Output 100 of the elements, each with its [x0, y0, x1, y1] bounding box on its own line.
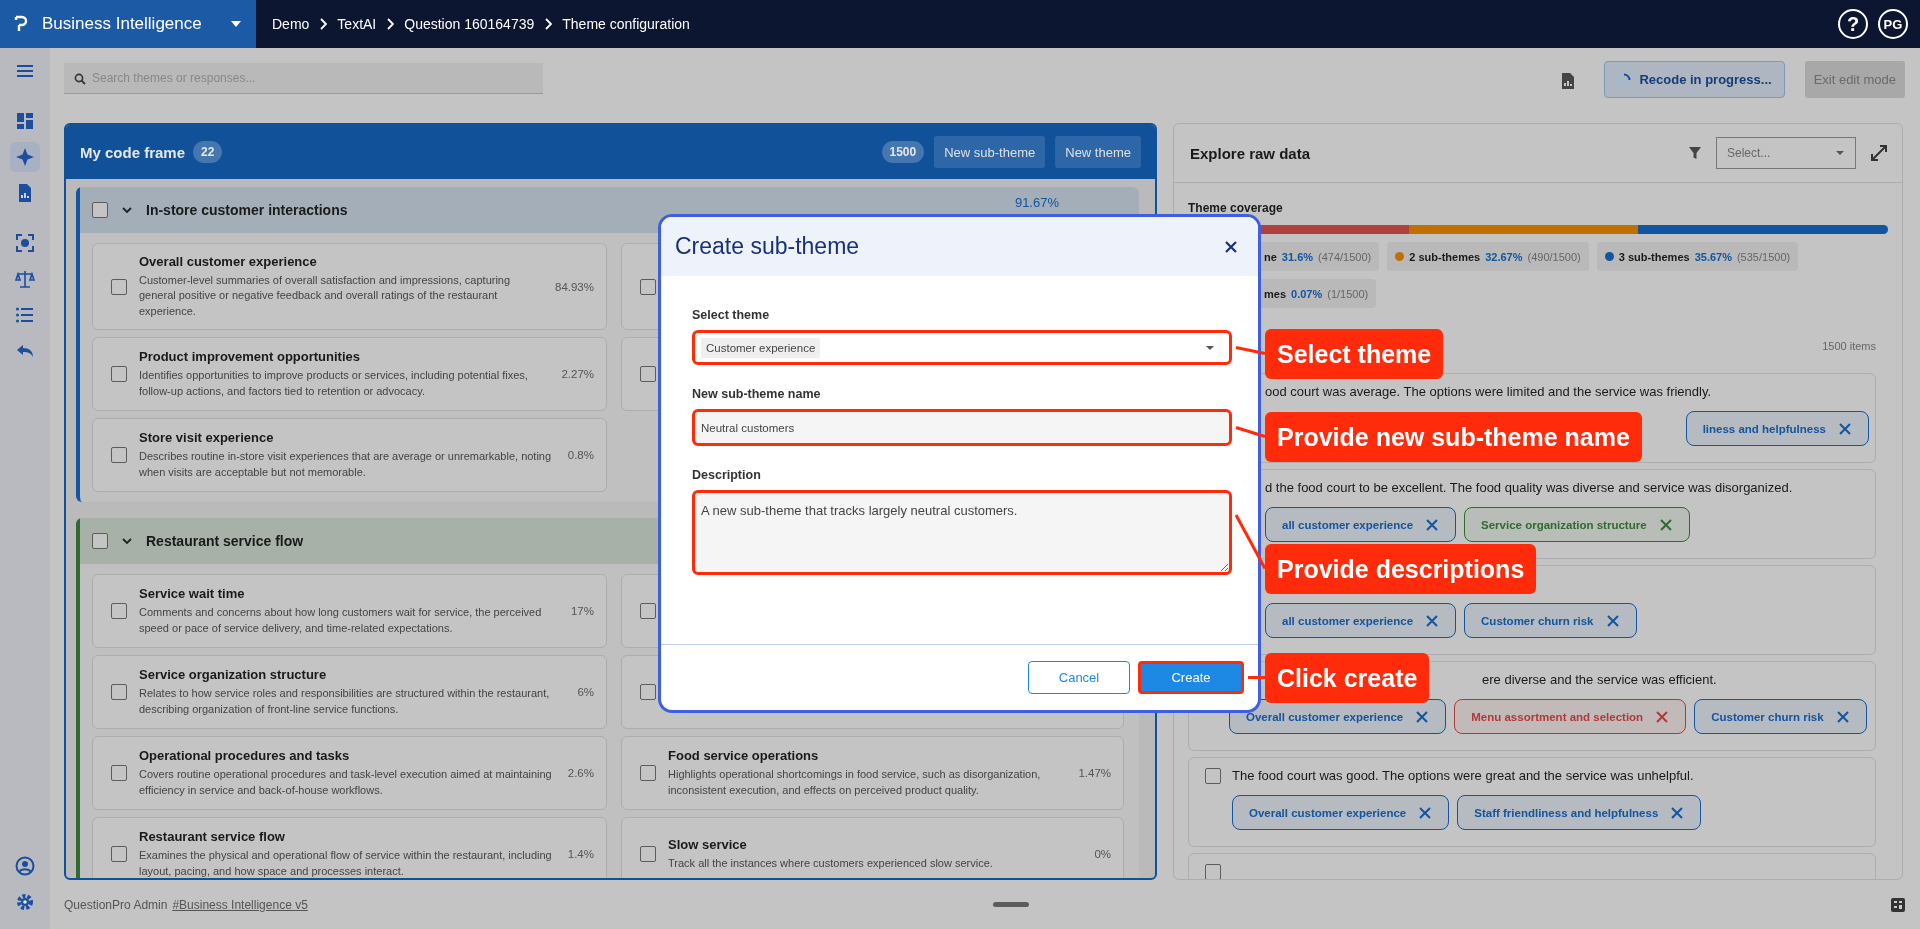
theme-tag[interactable]: all customer experience: [1265, 507, 1457, 542]
subtheme-title: Overall customer experience: [139, 254, 318, 269]
subtheme-card[interactable]: Food service operations Highlights operational shortcomings in food service, such as disorganization, inconsistent execution, and effects on perceived product quality. 1.47%: [621, 736, 1124, 811]
checkbox[interactable]: [111, 366, 127, 383]
theme-tag[interactable]: all customer experience: [1265, 603, 1457, 638]
tag-label: liness and helpfulness: [1702, 422, 1826, 435]
subtheme-description: Relates to how service roles and responsibilities are structured within the restaurant, describing organization of front-line service functions.: [139, 686, 551, 717]
theme-tag[interactable]: liness and helpfulness: [1685, 411, 1869, 446]
panel-title: My code frame: [80, 143, 186, 161]
checkbox[interactable]: [111, 603, 127, 620]
subtheme-card[interactable]: Store visit experience Describes routine in-store visit experiences that are average or unremarkable, noting when visits are acceptable but not memorable. 0.8%: [92, 418, 607, 493]
percentage: 6%: [577, 686, 594, 699]
checkbox[interactable]: [111, 447, 127, 464]
logo-icon: [14, 15, 28, 33]
tag-label: all customer experience: [1282, 614, 1414, 627]
subtheme-card[interactable]: Slow service Track all the instances where customers experienced slow service. 0%: [621, 817, 1124, 878]
percentage: 0%: [1094, 848, 1111, 861]
subtheme-card[interactable]: Restaurant service flow Examines the physical and operational flow of service within the restaurant, including layout, pacing, and how space and processes interact. 1.4%: [92, 817, 607, 878]
subtheme-title: Operational procedures and tasks: [139, 748, 351, 764]
header-button[interactable]: New theme: [1055, 136, 1141, 168]
user-icon[interactable]: [15, 856, 35, 876]
checkbox[interactable]: [640, 846, 656, 863]
chevron-down-icon[interactable]: [122, 205, 132, 215]
avatar[interactable]: PG: [1878, 9, 1908, 39]
checkbox[interactable]: [640, 278, 656, 295]
filter-icon[interactable]: [1688, 146, 1702, 160]
app-switcher[interactable]: Business Intelligence: [0, 0, 256, 48]
app-name: Business Intelligence: [42, 14, 203, 34]
subtheme-card[interactable]: Service wait time Comments and concerns about how long customers wait for service, the perceived speed or pace of service delivery, and time-related expectations. 17%: [92, 574, 607, 649]
tag-label: Menu assortment and selection: [1471, 710, 1644, 723]
response-text: ere diverse and the service was efficient.: [1482, 672, 1717, 689]
breadcrumb-item[interactable]: TextAI: [337, 16, 377, 32]
expand-icon[interactable]: [1870, 144, 1888, 162]
select-field[interactable]: Customer experience: [692, 330, 1232, 365]
calculator-icon[interactable]: [1891, 897, 1905, 912]
leader-line: [1234, 514, 1267, 570]
theme-tag[interactable]: Customer churn risk: [1464, 603, 1637, 638]
chip-percentage: 0.07%: [1291, 287, 1323, 300]
document-icon[interactable]: [1561, 72, 1576, 90]
tag-label: Service organization structure: [1481, 518, 1647, 531]
chevron-right-icon: [544, 18, 553, 30]
header-button[interactable]: New sub-theme: [934, 136, 1046, 168]
recode-button[interactable]: Recode in progress...: [1604, 61, 1785, 98]
checkbox[interactable]: [1205, 768, 1221, 784]
chip-percentage: 35.67%: [1694, 250, 1732, 263]
text-field[interactable]: Neutral customers: [692, 409, 1232, 446]
chip-label: 2 sub-themes: [1409, 250, 1481, 263]
theme-tag[interactable]: Overall customer experience: [1232, 795, 1450, 830]
percentage: 2.27%: [561, 368, 594, 381]
subtheme-description: Examines the physical and operational flow of service within the restaurant, including layout, pacing, and how space and processes interact.: [139, 848, 553, 878]
settings-icon[interactable]: [15, 892, 35, 912]
dropdown-placeholder: Select...: [1727, 146, 1771, 160]
checkbox[interactable]: [640, 765, 656, 782]
field-label: Description: [692, 468, 762, 482]
description-field[interactable]: A new sub-theme that tracks largely neutral customers.: [692, 490, 1232, 575]
response-text: The food court was good. The options were great and the service was unhelpful.: [1232, 768, 1694, 785]
drag-handle[interactable]: [992, 902, 1029, 907]
checkbox[interactable]: [111, 684, 127, 701]
cancel-button[interactable]: Cancel: [1028, 661, 1130, 694]
subtheme-title: Restaurant service flow: [139, 829, 286, 845]
breadcrumb-item[interactable]: Question 160164739: [404, 16, 535, 32]
breadcrumb-item[interactable]: Demo: [272, 16, 310, 32]
caret-icon: [1835, 150, 1845, 156]
subtheme-card[interactable]: Product improvement opportunities Identifies opportunities to improve products or services, including potential fixes, follow-up actions, and factors tied to retention or advocacy. 2.27%: [92, 337, 607, 412]
list-icon[interactable]: [15, 305, 35, 325]
subtheme-card[interactable]: Overall customer experience Customer-level summaries of overall satisfaction and impressions, capturing general positive or negative feedback and overall ratings of the restaurant experience. 84.93%: [92, 243, 607, 331]
checkbox[interactable]: [111, 278, 127, 295]
chip-percentage: 31.6%: [1281, 250, 1314, 263]
tag-label: all customer experience: [1282, 518, 1414, 531]
selected-value: Customer experience: [701, 337, 821, 358]
subtheme-description: Highlights operational shortcomings in food service, such as disorganization, inconsistent execution, and effects on perceived product quality.: [668, 767, 1042, 798]
checkbox[interactable]: [640, 603, 656, 620]
chevron-down-icon[interactable]: [122, 536, 132, 547]
annotation-callout: Select theme: [1265, 328, 1444, 379]
tag-label: Overall customer experience: [1249, 806, 1407, 819]
create-button[interactable]: Create: [1138, 661, 1244, 694]
chip-label: ne: [1264, 250, 1277, 263]
scale-icon[interactable]: [15, 269, 35, 289]
close-icon[interactable]: [1224, 239, 1238, 254]
footer-link[interactable]: #Business Intelligence v5: [172, 897, 308, 912]
percentage: 1.47%: [1078, 767, 1111, 780]
tag-label: Staff friendliness and helpfulness: [1474, 806, 1659, 819]
scan-icon[interactable]: [15, 233, 35, 253]
dashboard-icon[interactable]: [15, 111, 35, 131]
checkbox[interactable]: [1205, 864, 1221, 879]
subtheme-card[interactable]: Operational procedures and tasks Covers routine operational procedures and task-level execution aimed at maintaining efficiency in service and back-of-house workflows. 2.6%: [92, 736, 607, 811]
chip-count: (1/1500): [1327, 287, 1369, 300]
checkbox[interactable]: [92, 533, 108, 550]
subtheme-card[interactable]: Service organization structure Relates to how service roles and responsibilities are structured within the restaurant, describing organization of front-line service functions. 6%: [92, 655, 607, 730]
help-button[interactable]: ?: [1838, 9, 1868, 39]
checkbox[interactable]: [111, 765, 127, 782]
theme-tag[interactable]: Customer churn risk: [1694, 699, 1867, 734]
checkbox[interactable]: [92, 202, 108, 218]
checkbox[interactable]: [640, 684, 656, 701]
theme-tag[interactable]: Staff friendliness and helpfulness: [1457, 795, 1702, 830]
checkbox[interactable]: [111, 846, 127, 863]
sparkle-icon[interactable]: [15, 147, 35, 167]
checkbox[interactable]: [640, 366, 656, 383]
chip-percentage: 32.67%: [1485, 250, 1523, 263]
chip-count: (490/1500): [1527, 250, 1581, 263]
